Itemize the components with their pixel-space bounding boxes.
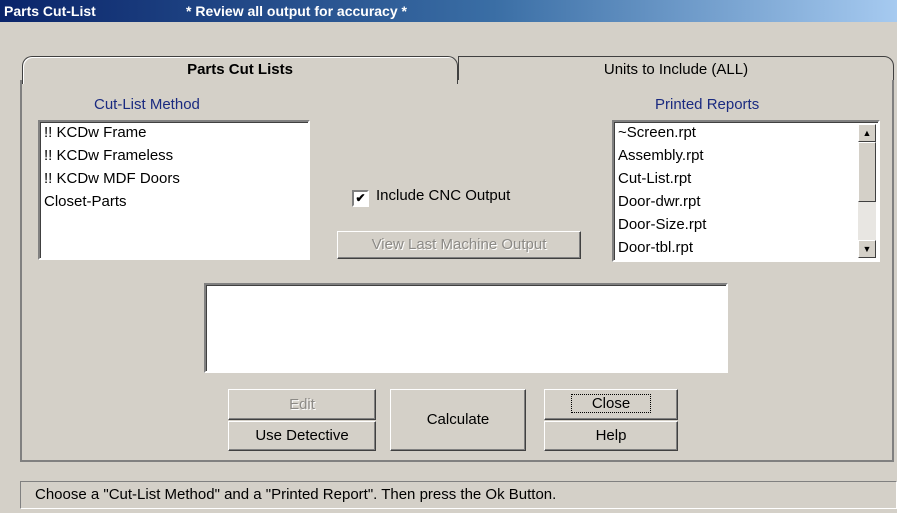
list-item[interactable]: Closet-Parts — [40, 191, 308, 214]
list-item[interactable]: Cut-List.rpt — [614, 168, 878, 191]
tab-parts-cut-lists[interactable]: Parts Cut Lists — [22, 56, 458, 84]
scroll-up-icon[interactable]: ▲ — [858, 124, 876, 142]
cutlist-method-listbox[interactable]: !! KCDw Frame !! KCDw Frameless !! KCDw … — [38, 120, 310, 260]
list-item[interactable]: !! KCDw Frameless — [40, 145, 308, 168]
reports-scrollbar[interactable]: ▲ ▼ — [858, 124, 876, 258]
close-button-label: Close — [570, 394, 652, 413]
title-bar: Parts Cut-List * Review all output for a… — [0, 0, 897, 22]
calculate-button[interactable]: Calculate — [390, 389, 526, 451]
list-item[interactable]: !! KCDw Frame — [40, 122, 308, 145]
scroll-thumb[interactable] — [858, 142, 876, 202]
checkmark-icon: ✔ — [355, 191, 366, 205]
cutlist-method-label: Cut-List Method — [94, 96, 200, 113]
printed-reports-label: Printed Reports — [655, 96, 760, 113]
help-button[interactable]: Help — [544, 421, 678, 451]
tab-units-to-include[interactable]: Units to Include (ALL) — [458, 56, 894, 82]
close-button[interactable]: Close — [544, 389, 678, 420]
scroll-down-icon[interactable]: ▼ — [858, 240, 876, 258]
window-title: Parts Cut-List — [4, 3, 96, 19]
printed-reports-listbox[interactable]: ~Screen.rpt Assembly.rpt Cut-List.rpt Do… — [612, 120, 880, 262]
list-item[interactable]: Door-dwr.rpt — [614, 191, 878, 214]
status-bar: Choose a "Cut-List Method" and a "Printe… — [20, 481, 897, 509]
output-textbox[interactable] — [204, 283, 728, 373]
window-subtitle: * Review all output for accuracy * — [186, 3, 407, 19]
use-detective-button[interactable]: Use Detective — [228, 421, 376, 451]
list-item[interactable]: Assembly.rpt — [614, 145, 878, 168]
edit-button[interactable]: Edit — [228, 389, 376, 420]
include-cnc-label: Include CNC Output — [376, 187, 511, 204]
include-cnc-checkbox[interactable]: ✔ — [352, 190, 369, 207]
view-last-machine-output-button[interactable]: View Last Machine Output — [337, 231, 581, 259]
list-item[interactable]: Door-Size.rpt — [614, 214, 878, 237]
list-item[interactable]: !! KCDw MDF Doors — [40, 168, 308, 191]
list-item[interactable]: Door-tbl.rpt — [614, 237, 878, 260]
list-item[interactable]: ~Screen.rpt — [614, 122, 878, 145]
